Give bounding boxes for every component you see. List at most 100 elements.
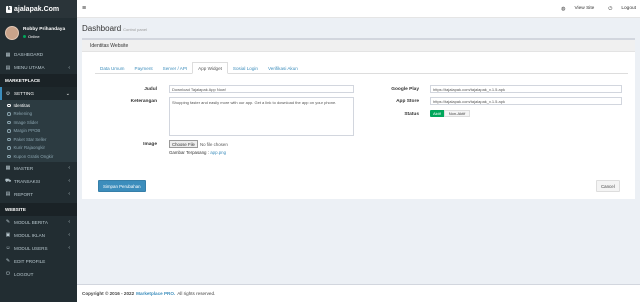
page-title: Dashboard Control panel <box>82 24 147 33</box>
circle-icon <box>7 146 11 150</box>
content-wrapper: Dashboard Control panel Identitas Website… <box>77 18 640 284</box>
current-image-prefix: Gambar Terpasang : <box>169 150 209 155</box>
sidebar-subitem-identitas[interactable]: Identitas <box>0 101 77 110</box>
google-play-label: Google Play <box>391 87 419 92</box>
sidebar-item-label: MODUL BERITA <box>14 219 48 225</box>
sidebar-item-label: MODUL USERS <box>14 245 48 251</box>
sidebar-item-label: TRANSAKSI <box>14 178 41 184</box>
top-navbar: ≡ ◍ View Site ⏻ Logout <box>77 0 640 18</box>
sidebar-header-marketplace: MARKETPLACE <box>0 74 77 87</box>
app-store-input[interactable]: https://tajalapak.com/tajalapak_v.1.5.ap… <box>430 97 622 105</box>
globe-icon: ◍ <box>561 5 566 12</box>
current-image-link[interactable]: app.png <box>210 150 226 155</box>
status-toggle: Aktif Non-Aktif <box>430 110 471 117</box>
page-title-text: Dashboard <box>82 24 122 33</box>
dashboard-icon: ▦ <box>5 51 11 58</box>
footer-rights: All rights reserved. <box>177 291 216 296</box>
power-icon: ⏻ <box>608 5 613 12</box>
logout-link[interactable]: ⏻ Logout <box>601 6 636 12</box>
sidebar-item-transaksi[interactable]: ⛟ TRANSAKSI ‹ <box>0 175 77 188</box>
circle-icon <box>7 129 11 133</box>
tab-verifikasi-akun[interactable]: Verifikasi Akun <box>263 62 303 74</box>
circle-icon <box>7 112 11 116</box>
sidebar-item-label: MENU UTAMA <box>14 65 45 70</box>
status-aktif-button[interactable]: Aktif <box>430 110 444 117</box>
view-site-label: View Site <box>574 6 595 11</box>
status-nonaktif-button[interactable]: Non-Aktif <box>443 110 471 117</box>
hamburger-menu-icon[interactable]: ≡ <box>82 5 86 12</box>
logo-text: ajalapak.Com <box>14 5 60 13</box>
cancel-button[interactable]: Cancel <box>596 180 620 192</box>
tab-payment[interactable]: Payment <box>130 62 158 74</box>
save-changes-button[interactable]: Simpan Perubahan <box>98 180 146 192</box>
tab-app-widget[interactable]: App Widget <box>192 62 228 74</box>
image-label: Image <box>143 142 157 147</box>
pencil-icon: ✎ <box>5 219 11 225</box>
tab-sosial-login[interactable]: Sosial Login <box>228 62 263 74</box>
choose-file-button[interactable]: Choose File <box>169 140 198 148</box>
keterangan-textarea[interactable]: Shopping faster and easily more with our… <box>169 97 354 136</box>
users-icon: ☺ <box>5 245 11 251</box>
user-panel: Robby Prihandaya Online <box>0 18 77 48</box>
app-store-label: App Store <box>396 99 419 104</box>
view-site-link[interactable]: ◍ View Site <box>554 6 594 12</box>
sidebar-item-modul-berita[interactable]: ✎ MODUL BERITA ‹ <box>0 216 77 229</box>
judul-input[interactable]: Download Tajalapak App Now! <box>169 85 354 93</box>
sidebar-subitem-rekening[interactable]: Rekening <box>0 110 77 119</box>
user-name: Robby Prihandaya <box>23 27 66 32</box>
chevron-left-icon: ‹ <box>68 245 70 251</box>
edit-icon: ✎ <box>5 258 11 264</box>
sidebar: k ajalapak.Com Robby Prihandaya Online ▦… <box>0 0 77 302</box>
chevron-left-icon: ‹ <box>68 64 70 71</box>
setting-submenu: Identitas Rekening Image Slider Margin P… <box>0 100 77 162</box>
tab-server-api[interactable]: Server / API <box>158 62 193 74</box>
grid-icon: ▦ <box>5 165 11 171</box>
chevron-left-icon: ‹ <box>68 232 70 238</box>
image-file-input[interactable]: Choose File No file chosen <box>169 140 228 148</box>
chevron-left-icon: ‹ <box>68 178 70 184</box>
tab-data-umum[interactable]: Data Umum <box>95 62 130 74</box>
online-dot-icon <box>23 35 26 38</box>
subitem-label: Image Slider <box>13 119 39 125</box>
sidebar-item-setting[interactable]: ⚙ SETTING ⌄ <box>0 87 77 100</box>
box-title: Identitas Website <box>82 40 635 52</box>
status-label: Status <box>404 112 419 117</box>
footer: Copyright © 2016 - 2022 Marketplace PRO.… <box>77 284 640 302</box>
sidebar-item-dashboard[interactable]: ▦ DASHBOARD <box>0 48 77 61</box>
current-image-hint: Gambar Terpasang : app.png <box>169 150 226 155</box>
tab-bar: Data Umum Payment Server / API App Widge… <box>95 62 628 74</box>
top-right-links: ◍ View Site ⏻ Logout <box>547 6 636 12</box>
page-subtitle: Control panel <box>123 27 147 32</box>
subitem-label: Kurir Rajaongkir <box>13 145 45 151</box>
sidebar-subitem-kupon-gratis-ongkir[interactable]: Kupon Gratis Ongkir <box>0 152 77 161</box>
sidebar-subitem-paket-star-seller[interactable]: Paket Star Seller <box>0 135 77 144</box>
sidebar-item-label: MODUL IKLAN <box>14 232 45 238</box>
grid-icon: ▤ <box>5 64 11 71</box>
circle-icon <box>7 154 11 158</box>
sidebar-item-modul-users[interactable]: ☺ MODUL USERS ‹ <box>0 242 77 255</box>
brand-logo[interactable]: k ajalapak.Com <box>0 0 77 18</box>
chevron-down-icon: ⌄ <box>65 90 70 97</box>
subitem-label: Rekening <box>13 111 33 117</box>
logout-label: Logout <box>621 6 636 11</box>
sidebar-item-report[interactable]: ▤ REPORT ‹ <box>0 188 77 201</box>
file-status: No file chosen <box>199 141 228 147</box>
sidebar-item-menu-utama[interactable]: ▤ MENU UTAMA ‹ <box>0 61 77 74</box>
sidebar-item-label: LOGOUT <box>14 271 34 277</box>
sidebar-item-logout[interactable]: ⏻ LOGOUT <box>0 268 77 281</box>
sidebar-item-master[interactable]: ▦ MASTER ‹ <box>0 162 77 175</box>
sidebar-item-label: EDIT PROFILE <box>14 258 46 264</box>
sidebar-item-label: DASHBOARD <box>14 52 44 57</box>
sidebar-item-edit-profile[interactable]: ✎ EDIT PROFILE <box>0 255 77 268</box>
sidebar-subitem-kurir-rajaongkir[interactable]: Kurir Rajaongkir <box>0 144 77 153</box>
sidebar-item-modul-iklan[interactable]: ▣ MODUL IKLAN ‹ <box>0 229 77 242</box>
google-play-input[interactable]: https://tajalapak.com/tajalapak_v.1.5.ap… <box>430 85 622 93</box>
subitem-label: Identitas <box>13 102 31 108</box>
sidebar-item-label: REPORT <box>14 191 34 197</box>
judul-label: Judul <box>144 87 157 92</box>
sidebar-header-website: WEBSITE <box>0 202 77 216</box>
footer-brand-link[interactable]: Marketplace PRO. <box>136 291 175 296</box>
sidebar-subitem-margin-ppob[interactable]: Margin PPOB <box>0 127 77 136</box>
sidebar-subitem-image-slider[interactable]: Image Slider <box>0 118 77 127</box>
circle-icon <box>7 103 11 107</box>
